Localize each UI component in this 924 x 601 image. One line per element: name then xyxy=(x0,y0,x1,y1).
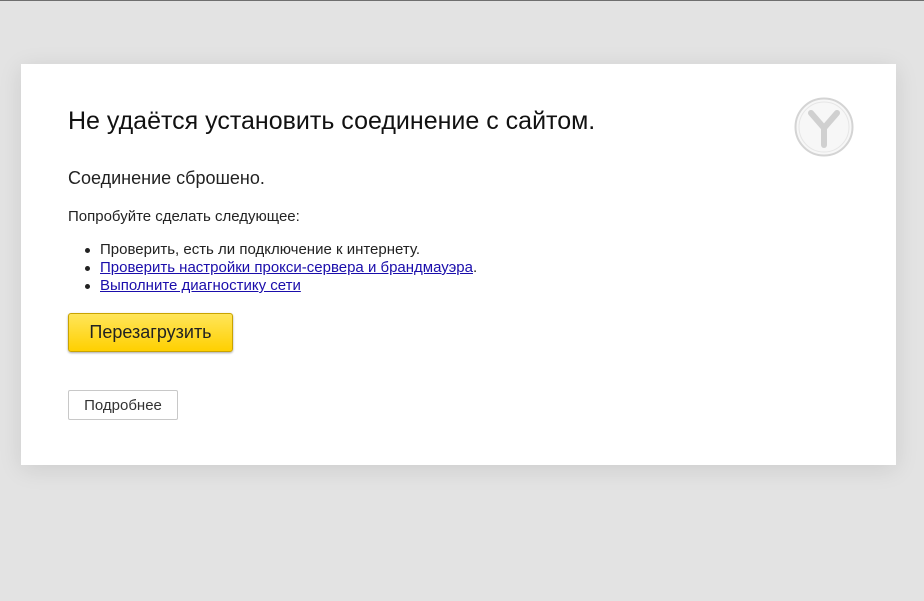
window-top-border xyxy=(0,0,924,1)
suggestion-check-internet: Проверить, есть ли подключение к интерне… xyxy=(84,241,477,259)
error-card: Не удаётся установить соединение с сайто… xyxy=(21,64,896,465)
reload-button[interactable]: Перезагрузить xyxy=(68,313,233,352)
yandex-browser-logo-icon xyxy=(794,97,854,157)
check-proxy-firewall-link[interactable]: Проверить настройки прокси-сервера и бра… xyxy=(100,259,473,276)
error-subtitle: Соединение сброшено. xyxy=(68,168,265,188)
suggestion-trailing-period: . xyxy=(472,259,478,276)
error-title: Не удаётся установить соединение с сайто… xyxy=(68,107,596,135)
suggestion-check-internet-text: Проверить, есть ли подключение к интерне… xyxy=(100,241,421,258)
suggestion-network-diagnostics: Выполните диагностику сети xyxy=(84,277,477,295)
try-following-text: Попробуйте сделать следующее: xyxy=(68,208,300,225)
suggestion-check-proxy: Проверить настройки прокси-сервера и бра… xyxy=(84,259,478,277)
details-button[interactable]: Подробнее xyxy=(68,390,178,420)
suggestions-list: Проверить, есть ли подключение к интерне… xyxy=(84,241,478,295)
network-diagnostics-link[interactable]: Выполните диагностику сети xyxy=(100,277,301,294)
